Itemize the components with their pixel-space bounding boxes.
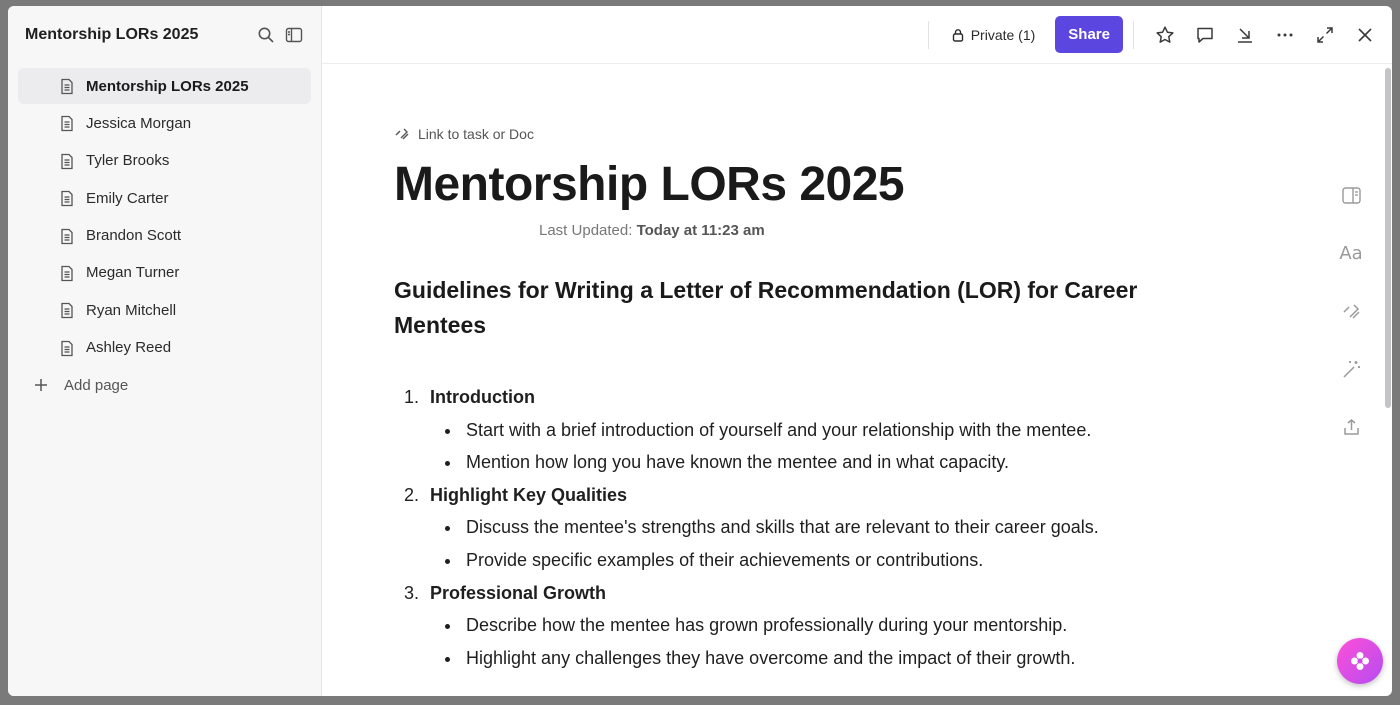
document-icon xyxy=(59,265,75,282)
bullet-list: Discuss the mentee's strengths and skill… xyxy=(430,511,1174,576)
expand-icon[interactable] xyxy=(1314,24,1336,46)
add-page-button[interactable]: Add page xyxy=(18,367,311,403)
last-updated-value: Today at 11:23 am xyxy=(636,222,765,239)
sidebar-item-label: Megan Turner xyxy=(86,264,180,282)
sidebar-item-label: Ryan Mitchell xyxy=(86,301,177,319)
bullet-item[interactable]: Highlight any challenges they have overc… xyxy=(462,642,1174,675)
sidebar-title: Mentorship LORs 2025 xyxy=(25,26,199,43)
sidebar-item-jessica-morgan[interactable]: Jessica Morgan xyxy=(18,105,311,141)
sidebar-item-ashley-reed[interactable]: Ashley Reed xyxy=(18,330,311,366)
sidebar-header: Mentorship LORs 2025 xyxy=(8,6,321,64)
sidebar-tools xyxy=(257,26,303,44)
lock-icon xyxy=(951,28,965,42)
link-icon[interactable] xyxy=(1340,300,1362,322)
document-icon xyxy=(59,153,75,170)
upload-icon[interactable] xyxy=(1340,416,1362,438)
divider xyxy=(927,20,929,49)
section-title: Professional Growth xyxy=(430,582,607,603)
privacy-label: Private (1) xyxy=(970,26,1036,43)
list-item[interactable]: Professional Growth Describe how the men… xyxy=(424,577,1174,675)
bullet-item[interactable]: Start with a brief introduction of yours… xyxy=(462,414,1174,447)
list-item[interactable]: Highlight Key Qualities Discuss the ment… xyxy=(424,479,1174,577)
document-icon xyxy=(59,190,75,207)
more-icon[interactable] xyxy=(1274,24,1296,46)
link-icon xyxy=(394,126,410,142)
last-updated: Last Updated: Today at 11:23 am xyxy=(394,222,1174,239)
panel-icon[interactable] xyxy=(1340,184,1362,206)
sidebar-item-label: Mentorship LORs 2025 xyxy=(86,77,249,95)
section-title: Highlight Key Qualities xyxy=(430,484,628,505)
close-icon[interactable] xyxy=(1354,24,1376,46)
sidebar-item-emily-carter[interactable]: Emily Carter xyxy=(18,180,311,216)
font-icon[interactable]: Aa xyxy=(1339,242,1362,264)
bullet-item[interactable]: Mention how long you have known the ment… xyxy=(462,446,1174,479)
sidebar-item-label: Jessica Morgan xyxy=(86,114,192,132)
sidebar: Mentorship LORs 2025 Mentorship LORs 202… xyxy=(8,6,322,696)
last-updated-label: Last Updated: xyxy=(539,222,633,239)
scrollbar[interactable] xyxy=(1385,68,1391,408)
bullet-list: Start with a brief introduction of yours… xyxy=(430,414,1174,479)
topbar: Private (1) Share xyxy=(322,6,1392,64)
guidelines-list: Introduction Start with a brief introduc… xyxy=(394,381,1174,675)
document-icon xyxy=(59,115,75,132)
sidebar-item-label: Emily Carter xyxy=(86,189,169,207)
link-label: Link to task or Doc xyxy=(418,126,534,142)
sidebar-item-label: Ashley Reed xyxy=(86,339,172,357)
sidebar-item-megan-turner[interactable]: Megan Turner xyxy=(18,255,311,291)
document-icon xyxy=(59,302,75,319)
sidebar-item-label: Brandon Scott xyxy=(86,227,182,245)
bullet-item[interactable]: Discuss the mentee's strengths and skill… xyxy=(462,511,1174,544)
sidebar-item-label: Tyler Brooks xyxy=(86,152,170,170)
share-button[interactable]: Share xyxy=(1055,16,1123,53)
bullet-list: Describe how the mentee has grown profes… xyxy=(430,609,1174,674)
sidebar-item-tyler-brooks[interactable]: Tyler Brooks xyxy=(18,143,311,179)
doc-window: Mentorship LORs 2025 Mentorship LORs 202… xyxy=(8,6,1392,696)
sidebar-toggle-icon[interactable] xyxy=(285,26,303,44)
comment-icon[interactable] xyxy=(1194,24,1216,46)
right-rail: Aa xyxy=(1339,184,1363,438)
privacy-button[interactable]: Private (1) xyxy=(943,17,1044,53)
sidebar-item-mentorship-lors-2025[interactable]: Mentorship LORs 2025 xyxy=(18,68,311,104)
section-heading[interactable]: Guidelines for Writing a Letter of Recom… xyxy=(394,273,1154,343)
section-title: Introduction xyxy=(430,387,535,407)
plus-icon xyxy=(33,377,49,393)
link-to-task-button[interactable]: Link to task or Doc xyxy=(394,126,1174,142)
list-item[interactable]: Introduction Start with a brief introduc… xyxy=(424,381,1174,479)
doc-main: Private (1) Share Link to task or Doc Me… xyxy=(322,6,1392,696)
bullet-item[interactable]: Provide specific examples of their achie… xyxy=(462,544,1174,577)
divider xyxy=(1133,20,1134,49)
sidebar-item-ryan-mitchell[interactable]: Ryan Mitchell xyxy=(18,292,311,328)
magic-wand-icon[interactable] xyxy=(1340,358,1362,380)
sidebar-item-brandon-scott[interactable]: Brandon Scott xyxy=(18,218,311,254)
document-body: Link to task or Doc Mentorship LORs 2025… xyxy=(394,126,1174,675)
bullet-item[interactable]: Describe how the mentee has grown profes… xyxy=(462,609,1174,642)
ai-assistant-button[interactable] xyxy=(1337,638,1383,684)
document-icon xyxy=(59,228,75,245)
page-title[interactable]: Mentorship LORs 2025 xyxy=(394,157,1174,212)
document-icon xyxy=(59,340,75,357)
star-icon[interactable] xyxy=(1154,24,1176,46)
search-icon[interactable] xyxy=(257,26,275,44)
add-page-label: Add page xyxy=(64,376,129,394)
flower-icon xyxy=(1349,650,1371,672)
document-icon xyxy=(59,78,75,95)
download-icon[interactable] xyxy=(1234,24,1256,46)
page-list: Mentorship LORs 2025 Jessica Morgan Tyle… xyxy=(8,64,321,403)
